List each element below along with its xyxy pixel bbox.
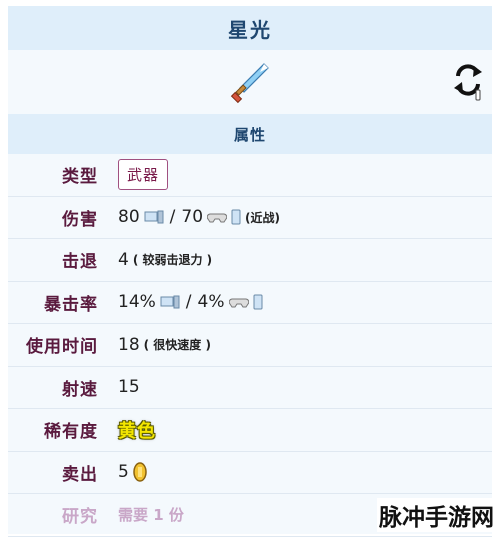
crit-desktop-value: 14%	[118, 292, 156, 313]
rarity-value: 黄色	[118, 420, 156, 442]
damage-label: 伤害	[62, 209, 98, 230]
velocity-value: 15	[118, 377, 140, 398]
row-crit: 暴击率 14% / 4%	[8, 282, 492, 324]
knockback-value: 4	[118, 249, 129, 270]
watermark: 脉冲手游网	[377, 498, 496, 532]
gold-coin-icon	[133, 462, 147, 482]
mobile-icon	[253, 294, 263, 310]
type-tag-link[interactable]: 武器	[118, 159, 169, 191]
type-label: 类型	[62, 167, 98, 188]
item-title: 星光	[8, 6, 492, 50]
refresh-icon[interactable]	[452, 60, 484, 104]
row-rarity: 稀有度 黄色	[8, 409, 492, 452]
gamepad-icon	[207, 213, 228, 223]
research-label: 研究	[62, 507, 98, 528]
row-sell: 卖出 5	[8, 452, 492, 494]
crit-separator: /	[185, 292, 192, 313]
velocity-label: 射速	[62, 379, 98, 400]
section-title: 属性	[8, 114, 492, 154]
research-value: 需要 1 份	[118, 506, 184, 525]
use-time-label: 使用时间	[26, 337, 98, 358]
desktop-icon	[160, 295, 180, 309]
desktop-icon	[144, 210, 164, 224]
damage-separator: /	[169, 207, 176, 228]
sell-label: 卖出	[62, 464, 98, 485]
crit-console-value: 4%	[197, 292, 225, 313]
sword-icon	[230, 63, 269, 104]
row-damage: 伤害 80 / 70 (近战)	[8, 197, 492, 239]
use-time-value: 18	[118, 334, 140, 355]
gamepad-icon	[228, 298, 249, 308]
knockback-note: ( 较弱击退力 )	[132, 253, 213, 268]
knockback-label: 击退	[62, 252, 98, 273]
damage-desktop-value: 80	[118, 207, 140, 228]
use-time-note: ( 很快速度 )	[143, 338, 211, 353]
item-infobox: 星光 属性 类型 武器 伤害 80 / 70 (近战) 击退 4 (较弱击退力…	[8, 6, 492, 537]
rarity-label: 稀有度	[44, 422, 98, 443]
item-image-row	[8, 58, 492, 110]
sell-value: 5	[118, 462, 129, 483]
damage-note: (近战)	[245, 210, 280, 225]
row-use-time: 使用时间 18 ( 很快速度 )	[8, 324, 492, 367]
crit-label: 暴击率	[44, 294, 98, 315]
damage-console-value: 70	[181, 207, 204, 228]
mobile-icon	[231, 209, 241, 225]
row-velocity: 射速 15	[8, 367, 492, 409]
row-knockback: 击退 4 ( 较弱击退力 )	[8, 239, 492, 282]
row-type: 类型 武器	[8, 154, 492, 197]
stats-table: 类型 武器 伤害 80 / 70 (近战) 击退 4 (较弱击退力) 暴击率…	[8, 154, 492, 537]
